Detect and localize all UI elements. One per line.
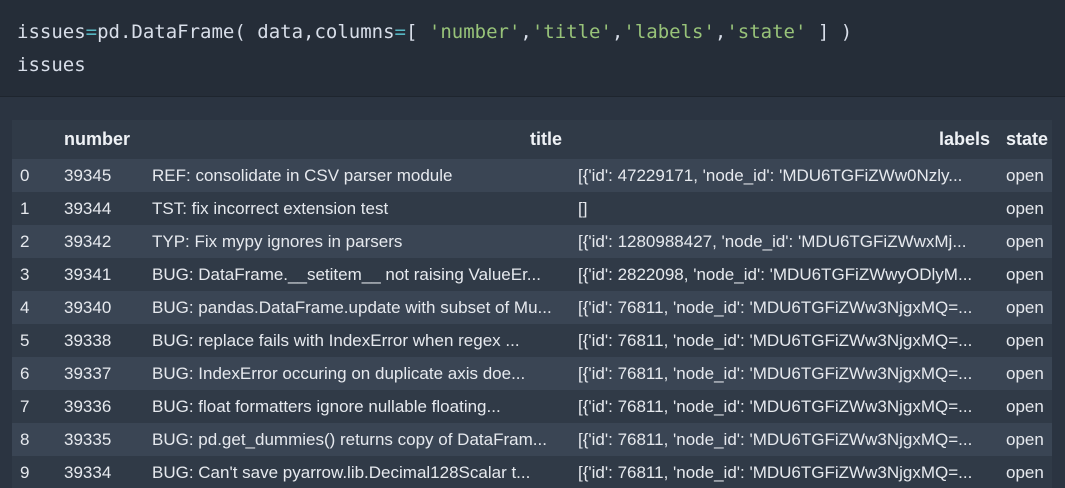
row-index: 2: [12, 225, 56, 258]
cell-number: 39335: [56, 423, 144, 456]
cell-title: BUG: float formatters ignore nullable fl…: [144, 390, 570, 423]
cell-title: BUG: IndexError occuring on duplicate ax…: [144, 357, 570, 390]
cell-title: BUG: DataFrame.__setitem__ not raising V…: [144, 258, 570, 291]
cell-number: 39337: [56, 357, 144, 390]
cell-state: open: [998, 456, 1052, 488]
cell-state: open: [998, 291, 1052, 324]
code-token: pd.DataFrame(: [97, 21, 246, 43]
cell-title: TST: fix incorrect extension test: [144, 192, 570, 225]
column-header-title: title: [144, 120, 570, 159]
row-index: 4: [12, 291, 56, 324]
cell-number: 39345: [56, 159, 144, 192]
cell-state: open: [998, 324, 1052, 357]
row-index: 1: [12, 192, 56, 225]
code-line-2: issues: [17, 54, 86, 76]
table-row: 0 39345 REF: consolidate in CSV parser m…: [12, 159, 1052, 192]
row-index: 9: [12, 456, 56, 488]
cell-labels: [{'id': 1280988427, 'node_id': 'MDU6TGFi…: [570, 225, 998, 258]
table-row: 1 39344 TST: fix incorrect extension tes…: [12, 192, 1052, 225]
cell-title: REF: consolidate in CSV parser module: [144, 159, 570, 192]
row-index: 7: [12, 390, 56, 423]
cell-state: open: [998, 258, 1052, 291]
table-row: 3 39341 BUG: DataFrame.__setitem__ not r…: [12, 258, 1052, 291]
column-header-labels: labels: [570, 120, 998, 159]
cell-number: 39334: [56, 456, 144, 488]
column-header-index: [12, 120, 56, 159]
code-token: data,columns: [245, 21, 395, 43]
table-header-row: number title labels state: [12, 120, 1052, 159]
code-line-1: issues=pd.DataFrame( data,columns=[ 'num…: [17, 20, 852, 44]
cell-labels: [{'id': 2822098, 'node_id': 'MDU6TGFiZWw…: [570, 258, 998, 291]
code-token: ] ): [806, 21, 853, 43]
row-index: 5: [12, 324, 56, 357]
dataframe-table: number title labels state 0 39345 REF: c…: [12, 120, 1052, 488]
table-row: 2 39342 TYP: Fix mypy ignores in parsers…: [12, 225, 1052, 258]
cell-number: 39341: [56, 258, 144, 291]
row-index: 3: [12, 258, 56, 291]
row-index: 8: [12, 423, 56, 456]
table-row: 7 39336 BUG: float formatters ignore nul…: [12, 390, 1052, 423]
cell-labels: [{'id': 76811, 'node_id': 'MDU6TGFiZWw3N…: [570, 324, 998, 357]
cell-labels: [{'id': 47229171, 'node_id': 'MDU6TGFiZW…: [570, 159, 998, 192]
cell-number: 39338: [56, 324, 144, 357]
column-header-number: number: [56, 120, 144, 159]
cell-number: 39344: [56, 192, 144, 225]
cell-labels: [{'id': 76811, 'node_id': 'MDU6TGFiZWw3N…: [570, 357, 998, 390]
cell-title: BUG: pandas.DataFrame.update with subset…: [144, 291, 570, 324]
code-token: issues: [17, 21, 86, 43]
cell-state: open: [998, 357, 1052, 390]
table-row: 4 39340 BUG: pandas.DataFrame.update wit…: [12, 291, 1052, 324]
code-string: 'number': [428, 21, 521, 43]
cell-number: 39342: [56, 225, 144, 258]
cell-state: open: [998, 423, 1052, 456]
row-index: 6: [12, 357, 56, 390]
cell-labels: [{'id': 76811, 'node_id': 'MDU6TGFiZWw3N…: [570, 456, 998, 488]
table-row: 6 39337 BUG: IndexError occuring on dupl…: [12, 357, 1052, 390]
cell-state: open: [998, 192, 1052, 225]
table-row: 9 39334 BUG: Can't save pyarrow.lib.Deci…: [12, 456, 1052, 488]
cell-number: 39336: [56, 390, 144, 423]
code-token: ,: [714, 21, 727, 43]
code-cell[interactable]: issues=pd.DataFrame( data,columns=[ 'num…: [0, 0, 1065, 97]
code-string: 'labels': [623, 21, 715, 43]
cell-labels: [{'id': 76811, 'node_id': 'MDU6TGFiZWw3N…: [570, 390, 998, 423]
cell-state: open: [998, 225, 1052, 258]
column-header-state: state: [998, 120, 1052, 159]
code-token: =: [394, 21, 406, 43]
table-row: 5 39338 BUG: replace fails with IndexErr…: [12, 324, 1052, 357]
code-token: =: [85, 21, 98, 43]
notebook-page: issues=pd.DataFrame( data,columns=[ 'num…: [0, 0, 1065, 488]
code-token: [: [405, 21, 429, 43]
row-index: 0: [12, 159, 56, 192]
cell-labels: []: [570, 192, 998, 225]
code-token: ,: [520, 21, 532, 43]
cell-labels: [{'id': 76811, 'node_id': 'MDU6TGFiZWw3N…: [570, 423, 998, 456]
cell-number: 39340: [56, 291, 144, 324]
cell-title: BUG: Can't save pyarrow.lib.Decimal128Sc…: [144, 456, 570, 488]
table-row: 8 39335 BUG: pd.get_dummies() returns co…: [12, 423, 1052, 456]
cell-title: BUG: replace fails with IndexError when …: [144, 324, 570, 357]
cell-state: open: [998, 390, 1052, 423]
cell-title: TYP: Fix mypy ignores in parsers: [144, 225, 570, 258]
code-token: ,: [611, 21, 624, 43]
cell-output: number title labels state 0 39345 REF: c…: [12, 120, 1052, 488]
cell-title: BUG: pd.get_dummies() returns copy of Da…: [144, 423, 570, 456]
code-string: 'state': [726, 21, 807, 43]
cell-labels: [{'id': 76811, 'node_id': 'MDU6TGFiZWw3N…: [570, 291, 998, 324]
cell-state: open: [998, 159, 1052, 192]
code-string: 'title': [531, 21, 612, 43]
